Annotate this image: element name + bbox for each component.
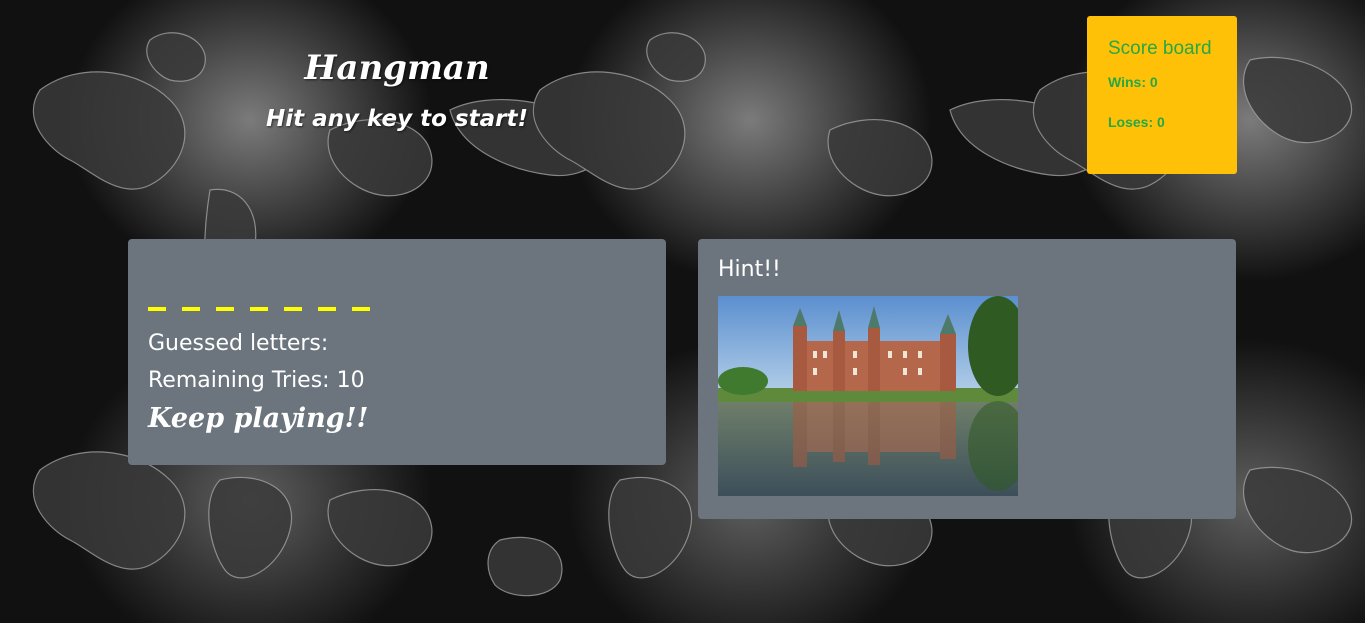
word-blanks bbox=[148, 289, 646, 311]
letter-blank bbox=[182, 307, 200, 311]
start-instruction: Hit any key to start! bbox=[266, 106, 528, 132]
wins-count: Wins: 0 bbox=[1108, 74, 1158, 90]
loses-count: Loses: 0 bbox=[1108, 114, 1165, 130]
letter-blank bbox=[284, 307, 302, 311]
letter-blank bbox=[148, 307, 166, 311]
scoreboard-panel: Score board Wins: 0 Loses: 0 bbox=[1087, 16, 1237, 174]
letter-blank bbox=[250, 307, 268, 311]
game-panel: Guessed letters: Remaining Tries: 10 Kee… bbox=[128, 239, 666, 465]
page-title: Hangman bbox=[304, 48, 490, 88]
letter-blank bbox=[216, 307, 234, 311]
hint-panel: Hint!! bbox=[698, 239, 1236, 519]
letter-blank bbox=[318, 307, 336, 311]
remaining-tries: Remaining Tries: 10 bbox=[148, 368, 365, 393]
hint-castle-image bbox=[718, 296, 1018, 496]
guessed-letters: Guessed letters: bbox=[148, 331, 329, 356]
scoreboard-title: Score board bbox=[1108, 38, 1212, 59]
game-status: Keep playing!! bbox=[148, 403, 369, 434]
hint-title: Hint!! bbox=[718, 257, 781, 282]
letter-blank bbox=[352, 307, 370, 311]
